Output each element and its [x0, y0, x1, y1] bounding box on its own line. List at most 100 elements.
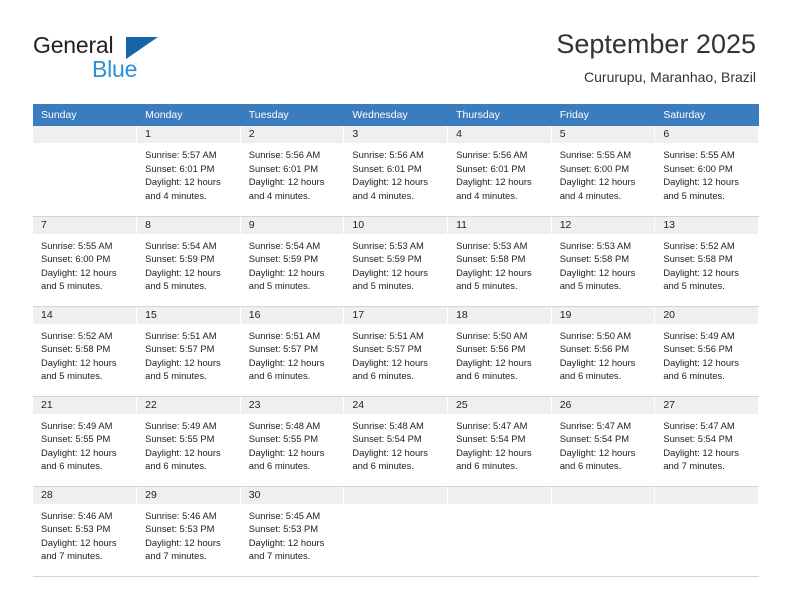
- day-cell-body: Sunrise: 5:47 AM Sunset: 5:54 PM Daylight:…: [448, 414, 551, 473]
- weekday-header-friday: Friday: [551, 104, 656, 126]
- day-cell-inner: 11 Sunrise: 5:53 AM Sunset: 5:58 PM Dayligh…: [448, 216, 551, 306]
- calendar-day-cell[interactable]: 11 Sunrise: 5:53 AM Sunset: 5:58 PM Dayligh…: [447, 216, 552, 307]
- logo-text-general: General: [33, 32, 114, 58]
- daylight-text-line1: Daylight: 12 hours: [41, 446, 117, 458]
- calendar-day-cell[interactable]: 9 Sunrise: 5:54 AM Sunset: 5:59 PM Daylight…: [240, 216, 345, 307]
- page-subtitle: Cururupu, Maranhao, Brazil: [584, 69, 756, 85]
- daylight-text-line2: and 4 minutes.: [145, 189, 207, 201]
- sunset-text: Sunset: 5:59 PM: [352, 253, 422, 265]
- calendar-day-cell[interactable]: 10 Sunrise: 5:53 AM Sunset: 5:59 PM Dayligh…: [343, 216, 449, 307]
- day-cell-body: [33, 143, 136, 148]
- sunrise-text: Sunrise: 5:49 AM: [41, 419, 113, 431]
- title-block: September 2025 Cururupu, Maranhao, Brazi…: [556, 28, 756, 87]
- calendar-day-cell[interactable]: 23 Sunrise: 5:48 AM Sunset: 5:55 PM Dayligh…: [240, 396, 345, 487]
- daylight-text-line1: Daylight: 12 hours: [559, 446, 636, 458]
- day-cell-inner: 22 Sunrise: 5:49 AM Sunset: 5:55 PM Dayligh…: [137, 396, 240, 486]
- calendar-day-cell[interactable]: 15 Sunrise: 5:51 AM Sunset: 5:57 PM Dayligh…: [136, 306, 241, 397]
- sunset-text: Sunset: 5:56 PM: [663, 343, 733, 355]
- daylight-text-line1: Daylight: 12 hours: [352, 176, 428, 188]
- sunrise-text: Sunrise: 5:47 AM: [663, 419, 735, 431]
- day-cell-body: Sunrise: 5:46 AM Sunset: 5:53 PM Daylight:…: [137, 504, 240, 563]
- day-cell-inner: 15 Sunrise: 5:51 AM Sunset: 5:57 PM Dayligh…: [137, 306, 240, 396]
- day-number: 15: [137, 306, 240, 324]
- calendar-day-cell[interactable]: 28 Sunrise: 5:46 AM Sunset: 5:53 PM Dayligh…: [33, 486, 138, 577]
- sunrise-text: Sunrise: 5:52 AM: [663, 239, 735, 251]
- generalblue-logo[interactable]: General Blue: [33, 33, 213, 85]
- daylight-text-line1: Daylight: 12 hours: [663, 446, 739, 458]
- day-cell-body: Sunrise: 5:47 AM Sunset: 5:54 PM Daylight:…: [655, 414, 758, 473]
- day-cell-inner: 3 Sunrise: 5:56 AM Sunset: 6:01 PM Daylight…: [344, 126, 448, 216]
- daylight-text-line1: Daylight: 12 hours: [145, 266, 221, 278]
- daylight-text-line1: Daylight: 12 hours: [559, 266, 636, 278]
- sunset-text: Sunset: 5:54 PM: [663, 433, 733, 445]
- calendar-day-cell[interactable]: 13 Sunrise: 5:52 AM Sunset: 5:58 PM Dayligh…: [654, 216, 759, 307]
- weekday-header-saturday: Saturday: [654, 104, 759, 126]
- calendar-day-cell[interactable]: 29 Sunrise: 5:46 AM Sunset: 5:53 PM Dayligh…: [136, 486, 241, 577]
- daylight-text-line1: Daylight: 12 hours: [41, 356, 117, 368]
- calendar-day-cell[interactable]: 26 Sunrise: 5:47 AM Sunset: 5:54 PM Dayligh…: [551, 396, 656, 487]
- day-cell-body: Sunrise: 5:56 AM Sunset: 6:01 PM Daylight:…: [241, 143, 344, 202]
- calendar-week-row: 7 Sunrise: 5:55 AM Sunset: 6:00 PM Daylight…: [33, 216, 759, 307]
- day-cell-body: Sunrise: 5:53 AM Sunset: 5:58 PM Daylight:…: [552, 234, 655, 293]
- sunset-text: Sunset: 6:01 PM: [352, 162, 422, 174]
- daylight-text-line1: Daylight: 12 hours: [41, 266, 117, 278]
- calendar-day-cell[interactable]: 7 Sunrise: 5:55 AM Sunset: 6:00 PM Daylight…: [33, 216, 138, 307]
- calendar-day-cell[interactable]: 1 Sunrise: 5:57 AM Sunset: 6:01 PM Daylight…: [136, 126, 241, 217]
- daylight-text-line2: and 4 minutes.: [456, 189, 518, 201]
- calendar-day-cell[interactable]: 5 Sunrise: 5:55 AM Sunset: 6:00 PM Daylight…: [551, 126, 656, 217]
- sunrise-text: Sunrise: 5:48 AM: [352, 419, 424, 431]
- daylight-text-line1: Daylight: 12 hours: [41, 536, 117, 548]
- calendar-day-cell[interactable]: 16 Sunrise: 5:51 AM Sunset: 5:57 PM Dayligh…: [240, 306, 345, 397]
- daylight-text-line1: Daylight: 12 hours: [248, 266, 325, 278]
- calendar-day-cell[interactable]: 4 Sunrise: 5:56 AM Sunset: 6:01 PM Daylight…: [447, 126, 552, 217]
- sunrise-text: Sunrise: 5:55 AM: [41, 239, 113, 251]
- day-cell-body: Sunrise: 5:48 AM Sunset: 5:54 PM Daylight:…: [344, 414, 447, 473]
- calendar-day-cell[interactable]: 6 Sunrise: 5:55 AM Sunset: 6:00 PM Daylight…: [654, 126, 759, 217]
- weekday-header-sunday: Sunday: [33, 104, 138, 126]
- day-number: 2: [240, 126, 344, 143]
- calendar-day-cell[interactable]: 27 Sunrise: 5:47 AM Sunset: 5:54 PM Dayligh…: [654, 396, 759, 487]
- sunset-text: Sunset: 6:00 PM: [663, 162, 733, 174]
- day-number: 25: [448, 396, 551, 414]
- calendar-day-cell[interactable]: 21 Sunrise: 5:49 AM Sunset: 5:55 PM Dayligh…: [33, 396, 138, 487]
- calendar-cell-empty: [33, 126, 138, 217]
- calendar-head: Sunday Monday Tuesday Wednesday Thursday…: [33, 104, 759, 126]
- calendar-day-cell[interactable]: 17 Sunrise: 5:51 AM Sunset: 5:57 PM Dayligh…: [343, 306, 449, 397]
- day-cell-inner: [655, 486, 758, 576]
- calendar-page: General Blue September 2025 Cururupu, Ma…: [0, 0, 792, 612]
- day-number: 5: [551, 126, 655, 143]
- day-cell-body: Sunrise: 5:56 AM Sunset: 6:01 PM Daylight:…: [448, 143, 551, 202]
- calendar-day-cell[interactable]: 19 Sunrise: 5:50 AM Sunset: 5:56 PM Dayligh…: [551, 306, 656, 397]
- calendar-day-cell[interactable]: 20 Sunrise: 5:49 AM Sunset: 5:56 PM Dayligh…: [654, 306, 759, 397]
- calendar-day-cell[interactable]: 12 Sunrise: 5:53 AM Sunset: 5:58 PM Dayligh…: [551, 216, 656, 307]
- day-cell-inner: [344, 486, 448, 576]
- day-cell-body: Sunrise: 5:55 AM Sunset: 6:00 PM Daylight:…: [655, 143, 758, 202]
- daylight-text-line2: and 5 minutes.: [145, 280, 207, 292]
- sunset-text: Sunset: 6:01 PM: [248, 162, 319, 174]
- sunrise-text: Sunrise: 5:56 AM: [352, 149, 424, 160]
- calendar-day-cell[interactable]: 2 Sunrise: 5:56 AM Sunset: 6:01 PM Daylight…: [240, 126, 345, 217]
- day-number: 6: [655, 126, 758, 143]
- sunset-text: Sunset: 5:54 PM: [352, 433, 422, 445]
- day-cell-inner: 5 Sunrise: 5:55 AM Sunset: 6:00 PM Daylight…: [551, 126, 655, 216]
- day-number: 10: [344, 216, 448, 234]
- calendar-day-cell[interactable]: 24 Sunrise: 5:48 AM Sunset: 5:54 PM Dayligh…: [343, 396, 449, 487]
- calendar-day-cell[interactable]: 25 Sunrise: 5:47 AM Sunset: 5:54 PM Dayligh…: [447, 396, 552, 487]
- sunset-text: Sunset: 5:55 PM: [41, 433, 111, 445]
- day-number: 21: [33, 396, 137, 414]
- calendar-day-cell[interactable]: 14 Sunrise: 5:52 AM Sunset: 5:58 PM Dayligh…: [33, 306, 138, 397]
- weekday-header-row: Sunday Monday Tuesday Wednesday Thursday…: [33, 104, 759, 126]
- daylight-text-line2: and 6 minutes.: [248, 460, 311, 472]
- day-cell-inner: 28 Sunrise: 5:46 AM Sunset: 5:53 PM Dayligh…: [33, 486, 137, 576]
- calendar-day-cell[interactable]: 30 Sunrise: 5:45 AM Sunset: 5:53 PM Dayligh…: [240, 486, 345, 577]
- day-cell-body: Sunrise: 5:57 AM Sunset: 6:01 PM Daylight:…: [137, 143, 240, 202]
- daylight-text-line1: Daylight: 12 hours: [663, 356, 739, 368]
- calendar-day-cell[interactable]: 22 Sunrise: 5:49 AM Sunset: 5:55 PM Dayligh…: [136, 396, 241, 487]
- calendar-day-cell[interactable]: 8 Sunrise: 5:54 AM Sunset: 5:59 PM Daylight…: [136, 216, 241, 307]
- day-number: 28: [33, 486, 137, 504]
- calendar-day-cell[interactable]: 3 Sunrise: 5:56 AM Sunset: 6:01 PM Daylight…: [343, 126, 449, 217]
- calendar-day-cell[interactable]: 18 Sunrise: 5:50 AM Sunset: 5:56 PM Dayligh…: [447, 306, 552, 397]
- day-cell-body: [655, 504, 758, 509]
- sunrise-text: Sunrise: 5:50 AM: [559, 329, 632, 341]
- day-number: 17: [344, 306, 448, 324]
